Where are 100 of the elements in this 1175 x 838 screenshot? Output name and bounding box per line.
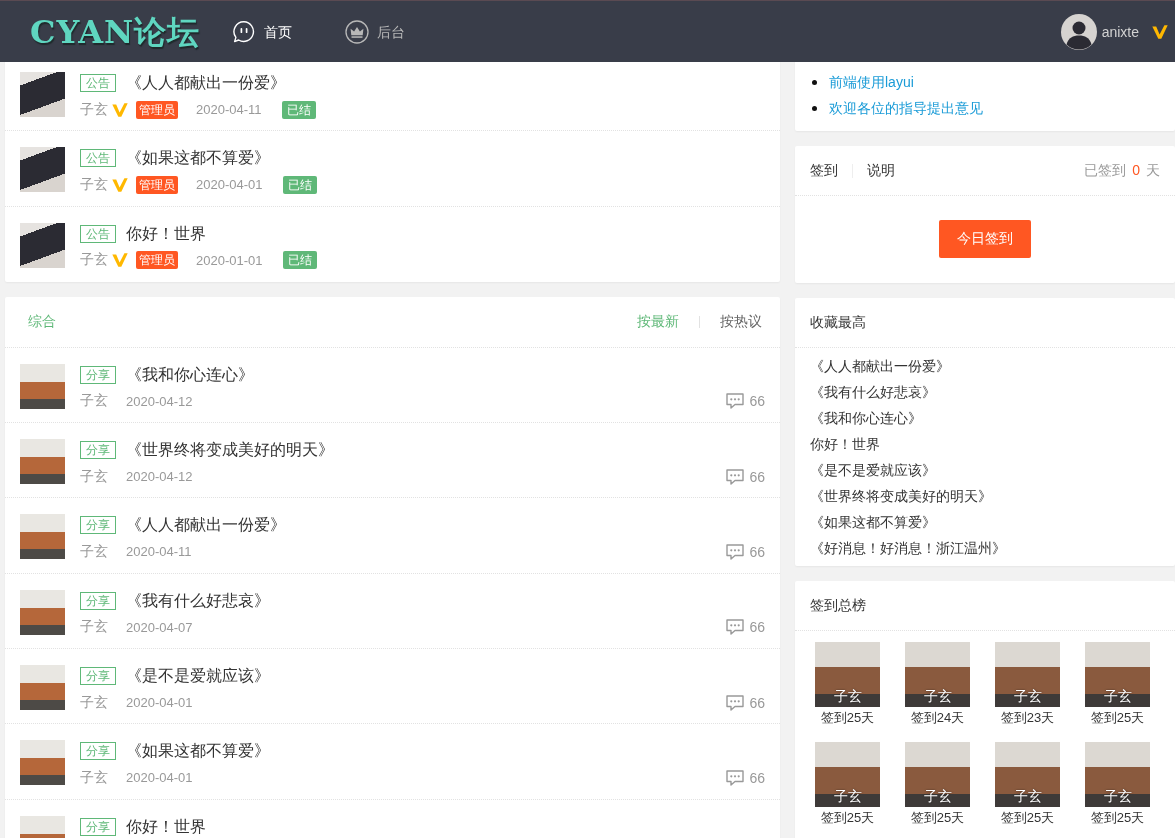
avatar-photo (20, 439, 65, 485)
role-badge: 管理员 (136, 100, 178, 119)
site-logo[interactable]: CYAN论坛 (30, 12, 201, 51)
comment-count: 66 (749, 694, 765, 711)
favorite-link[interactable]: 《我和你心连心》 (810, 405, 922, 431)
user-photo[interactable]: 子玄 (995, 642, 1060, 707)
user-photo[interactable]: 子玄 (815, 642, 880, 707)
avatar-photo (20, 72, 65, 117)
comment-icon (726, 619, 745, 636)
user-name[interactable]: anixte (1101, 23, 1139, 40)
status-badge: 已结 (282, 251, 317, 270)
author-name: 子玄 (80, 618, 108, 637)
post-title[interactable]: 《是不是爱就应该》 (126, 667, 270, 686)
post-date: 2020-01-01 (196, 252, 263, 268)
sign-in-status: 已签到 0 天 (1084, 161, 1160, 180)
user-photo[interactable]: 子玄 (1085, 642, 1150, 707)
bullet-icon (812, 79, 817, 85)
post-title[interactable]: 《我和你心连心》 (126, 365, 254, 384)
user-photo[interactable]: 子玄 (905, 742, 970, 807)
post-title[interactable]: 《人人都献出一份爱》 (126, 74, 286, 92)
post-title[interactable]: 你好！世界 (126, 224, 206, 243)
user-name: 子玄 (1013, 787, 1042, 805)
avatar-photo (20, 665, 65, 711)
favorite-link[interactable]: 《好消息！好消息！浙江温州》 (810, 535, 1006, 561)
comment-icon (726, 769, 745, 786)
category-tag: 分享 (80, 441, 116, 460)
category-tag: 公告 (80, 224, 116, 243)
sign-in-days: 签到25天 (1000, 809, 1055, 827)
user-name: 子玄 (923, 787, 952, 805)
category-tag: 公告 (80, 149, 116, 168)
user-photo[interactable]: 子玄 (1085, 742, 1150, 807)
user-photo[interactable]: 子玄 (995, 742, 1060, 807)
post-date: 2020-04-01 (196, 177, 263, 193)
status-badge: 已结 (281, 100, 316, 119)
sign-in-days: 签到25天 (820, 709, 875, 727)
favorite-link[interactable]: 《我有什么好悲哀》 (810, 379, 936, 405)
user-photo[interactable]: 子玄 (815, 742, 880, 807)
sort-tab[interactable]: 按热议 (720, 312, 762, 331)
post-date: 2020-04-11 (196, 102, 262, 117)
user-name: 子玄 (833, 787, 862, 805)
post-date: 2020-04-12 (126, 393, 193, 409)
author-name: 子玄 (80, 100, 108, 119)
sign-in-tab[interactable]: 签到 (810, 161, 838, 180)
sign-in-days: 签到25天 (910, 809, 965, 827)
comment-count: 66 (749, 393, 765, 410)
comment-count: 66 (749, 619, 765, 636)
crown-icon (345, 19, 369, 44)
chat-bubble-icon (232, 19, 256, 44)
sign-in-days: 签到24天 (910, 709, 965, 727)
post-date: 2020-04-01 (126, 695, 193, 711)
post-title[interactable]: 《如果这都不算爱》 (126, 742, 270, 761)
author-name: 子玄 (80, 467, 108, 486)
user-name: 子玄 (1013, 687, 1042, 705)
comment-icon (726, 694, 745, 711)
avatar-photo (20, 222, 65, 268)
author-name: 子玄 (80, 251, 108, 270)
post-title[interactable]: 《我有什么好悲哀》 (126, 591, 270, 610)
post-title[interactable]: 《世界终将变成美好的明天》 (126, 441, 334, 460)
role-badge: 管理员 (136, 251, 178, 270)
comment-icon (726, 468, 745, 485)
favorite-link[interactable]: 《人人都献出一份爱》 (810, 353, 950, 379)
user-name: 子玄 (1103, 687, 1132, 705)
favorite-link[interactable]: 《是不是爱就应该》 (810, 457, 936, 483)
user-name: 子玄 (833, 687, 862, 705)
card-title: 收藏最高 (810, 313, 866, 332)
avatar-photo (20, 363, 65, 409)
post-title[interactable]: 你好！世界 (126, 817, 206, 836)
nav-link[interactable]: 后台 (345, 19, 405, 44)
author-name: 子玄 (80, 543, 108, 561)
avatar-photo (20, 589, 65, 635)
category-tag: 分享 (80, 365, 116, 384)
author-name: 子玄 (80, 768, 108, 787)
favorite-link[interactable]: 《如果这都不算爱》 (810, 509, 936, 535)
post-date: 2020-04-01 (126, 770, 193, 786)
sign-in-tab[interactable]: 说明 (867, 161, 895, 180)
author-name: 子玄 (80, 175, 108, 194)
post-title[interactable]: 《如果这都不算爱》 (126, 149, 270, 168)
category-tag: 分享 (80, 591, 116, 610)
comment-count: 66 (749, 544, 765, 560)
sign-in-days: 签到25天 (1090, 809, 1145, 827)
comment-icon (726, 544, 745, 560)
author-name: 子玄 (80, 693, 108, 712)
user-name: 子玄 (923, 687, 952, 705)
sign-in-days: 签到25天 (820, 809, 875, 827)
favorite-link[interactable]: 《世界终将变成美好的明天》 (810, 483, 992, 509)
category-tag: 分享 (80, 817, 116, 836)
user-photo[interactable]: 子玄 (905, 642, 970, 707)
post-title[interactable]: 《人人都献出一份爱》 (126, 516, 286, 535)
comment-icon (726, 393, 745, 410)
post-date: 2020-04-11 (126, 544, 192, 560)
favorite-link[interactable]: 你好！世界 (810, 431, 880, 457)
author-name: 子玄 (80, 392, 108, 411)
user-avatar[interactable] (1060, 13, 1097, 50)
avatar-photo (20, 514, 65, 560)
sign-in-days: 签到25天 (1090, 709, 1145, 727)
avatar-photo (20, 147, 65, 193)
bullet-icon (812, 105, 817, 111)
avatar-photo (20, 740, 65, 786)
nav-link[interactable]: 首页 (232, 19, 292, 44)
status-badge: 已结 (282, 175, 317, 194)
